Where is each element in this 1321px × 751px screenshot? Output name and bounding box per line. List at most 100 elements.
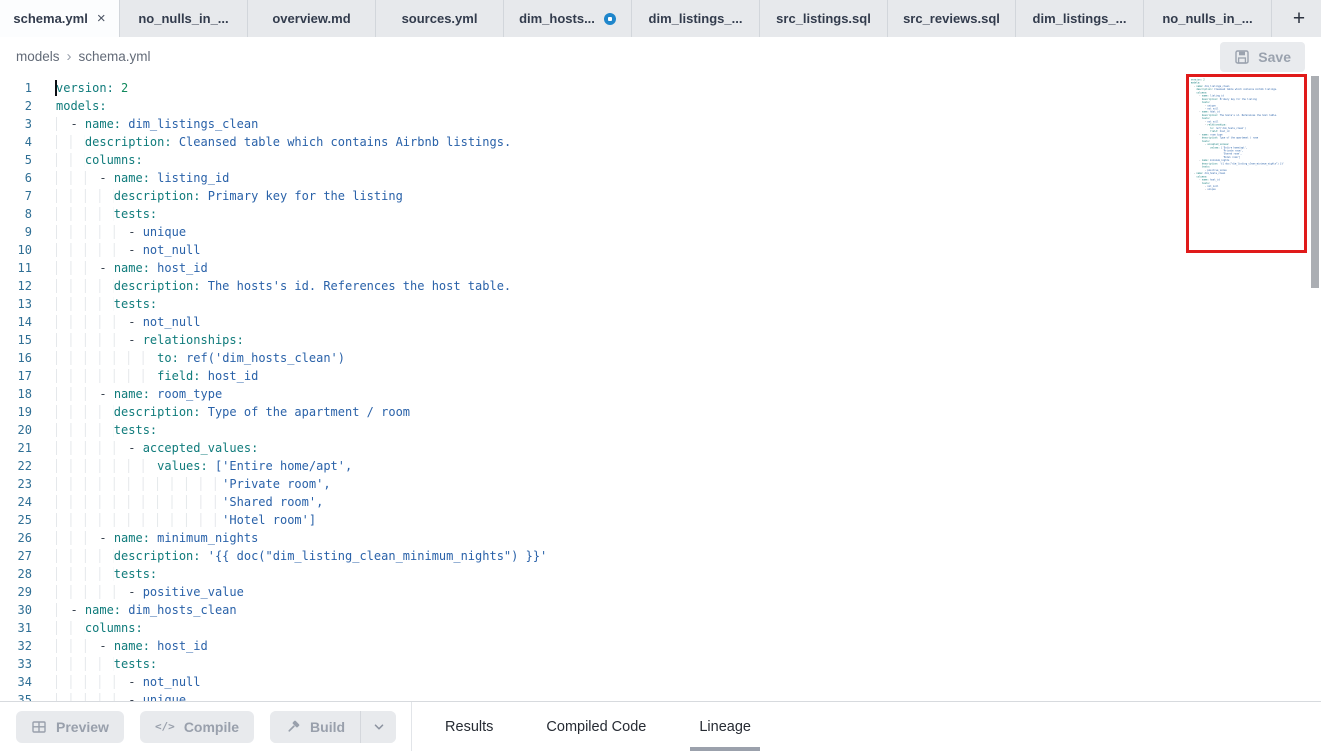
line-number: 6 xyxy=(0,169,56,187)
code-line[interactable]: 23 'Private room', xyxy=(0,475,1321,493)
code-line[interactable]: 5 columns: xyxy=(0,151,1321,169)
result-panel-tabs: Results Compiled Code Lineage xyxy=(442,702,754,751)
minimap-content: version: 2models: - name: dim_listings_c… xyxy=(1189,77,1303,191)
code-line[interactable]: 25 'Hotel room'] xyxy=(0,511,1321,529)
code-line[interactable]: 16 to: ref('dim_hosts_clean') xyxy=(0,349,1321,367)
code-line[interactable]: 3 - name: dim_listings_clean xyxy=(0,115,1321,133)
code-icon: </> xyxy=(155,720,175,733)
line-number: 24 xyxy=(0,493,56,511)
code-line[interactable]: 17 field: host_id xyxy=(0,367,1321,385)
code-line[interactable]: 30 - name: dim_hosts_clean xyxy=(0,601,1321,619)
code-line[interactable]: 29 - positive_value xyxy=(0,583,1321,601)
vertical-scrollbar[interactable] xyxy=(1311,76,1319,288)
line-number: 2 xyxy=(0,97,56,115)
code-line[interactable]: 35 - unique xyxy=(0,691,1321,701)
tab-label: no_nulls_in_... xyxy=(1162,11,1252,26)
line-number: 10 xyxy=(0,241,56,259)
line-number: 33 xyxy=(0,655,56,673)
line-number: 1 xyxy=(0,79,56,97)
line-number: 17 xyxy=(0,367,56,385)
code-line[interactable]: 11 - name: host_id xyxy=(0,259,1321,277)
line-number: 11 xyxy=(0,259,56,277)
preview-button[interactable]: Preview xyxy=(16,711,124,743)
editor-tab[interactable]: schema.yml × xyxy=(0,0,120,37)
code-line[interactable]: 10 - not_null xyxy=(0,241,1321,259)
code-line[interactable]: 18 - name: room_type xyxy=(0,385,1321,403)
save-button[interactable]: Save xyxy=(1220,42,1305,72)
code-line[interactable]: 8 tests: xyxy=(0,205,1321,223)
code-line[interactable]: 13 tests: xyxy=(0,295,1321,313)
panel-tab-lineage[interactable]: Lineage xyxy=(696,702,754,751)
panel-tab-compiled-code[interactable]: Compiled Code xyxy=(543,702,649,751)
code-line[interactable]: 4 description: Cleansed table which cont… xyxy=(0,133,1321,151)
build-button[interactable]: Build xyxy=(270,711,360,743)
chevron-down-icon xyxy=(372,720,386,734)
line-number: 16 xyxy=(0,349,56,367)
line-number: 31 xyxy=(0,619,56,637)
tab-label: dim_hosts... xyxy=(519,11,595,26)
code-line[interactable]: 7 description: Primary key for the listi… xyxy=(0,187,1321,205)
editor-tab[interactable]: dim_hosts... xyxy=(504,0,632,37)
editor-tab[interactable]: dim_listings_... xyxy=(1016,0,1144,37)
table-icon xyxy=(31,719,47,735)
line-number: 35 xyxy=(0,691,56,701)
tab-label: overview.md xyxy=(272,11,350,26)
compile-button[interactable]: </> Compile xyxy=(140,711,254,743)
line-number: 22 xyxy=(0,457,56,475)
build-label: Build xyxy=(310,719,345,735)
editor-tab[interactable]: sources.yml xyxy=(376,0,504,37)
line-number: 26 xyxy=(0,529,56,547)
code-line[interactable]: 31 columns: xyxy=(0,619,1321,637)
line-number: 7 xyxy=(0,187,56,205)
line-number: 34 xyxy=(0,673,56,691)
code-line[interactable]: 34 - not_null xyxy=(0,673,1321,691)
line-number: 30 xyxy=(0,601,56,619)
breadcrumb-folder[interactable]: models xyxy=(16,49,60,64)
line-number: 20 xyxy=(0,421,56,439)
modified-dot-icon xyxy=(604,13,616,25)
code-line[interactable]: 20 tests: xyxy=(0,421,1321,439)
code-line[interactable]: 6 - name: listing_id xyxy=(0,169,1321,187)
code-line[interactable]: 33 tests: xyxy=(0,655,1321,673)
tab-label: schema.yml xyxy=(13,11,87,26)
editor-tab[interactable]: dim_listings_... xyxy=(632,0,760,37)
code-line[interactable]: 21 - accepted_values: xyxy=(0,439,1321,457)
line-number: 32 xyxy=(0,637,56,655)
line-number: 13 xyxy=(0,295,56,313)
line-number: 21 xyxy=(0,439,56,457)
preview-label: Preview xyxy=(56,719,109,735)
code-line[interactable]: 15 - relationships: xyxy=(0,331,1321,349)
editor-tab[interactable]: no_nulls_in_... xyxy=(120,0,248,37)
line-number: 19 xyxy=(0,403,56,421)
compile-label: Compile xyxy=(184,719,239,735)
tab-label: dim_listings_... xyxy=(1033,11,1127,26)
close-icon[interactable]: × xyxy=(97,11,106,26)
code-line[interactable]: 14 - not_null xyxy=(0,313,1321,331)
save-label: Save xyxy=(1258,49,1291,65)
panel-tab-results[interactable]: Results xyxy=(442,702,496,751)
code-editor[interactable]: 1version: 22models:3 - name: dim_listing… xyxy=(0,76,1321,701)
code-line[interactable]: 32 - name: host_id xyxy=(0,637,1321,655)
editor-tab[interactable]: no_nulls_in_... xyxy=(1144,0,1272,37)
code-line[interactable]: 1version: 2 xyxy=(0,79,1321,97)
line-number: 18 xyxy=(0,385,56,403)
code-line[interactable]: 19 description: Type of the apartment / … xyxy=(0,403,1321,421)
code-line[interactable]: 12 description: The hosts's id. Referenc… xyxy=(0,277,1321,295)
code-line[interactable]: 22 values: ['Entire home/apt', xyxy=(0,457,1321,475)
tab-label: no_nulls_in_... xyxy=(138,11,228,26)
code-line[interactable]: 2models: xyxy=(0,97,1321,115)
editor-tab[interactable]: src_reviews.sql xyxy=(888,0,1016,37)
line-number: 12 xyxy=(0,277,56,295)
code-line[interactable]: 28 tests: xyxy=(0,565,1321,583)
code-line[interactable]: 24 'Shared room', xyxy=(0,493,1321,511)
line-number: 4 xyxy=(0,133,56,151)
editor-tab[interactable]: src_listings.sql xyxy=(760,0,888,37)
minimap[interactable]: version: 2models: - name: dim_listings_c… xyxy=(1186,74,1307,253)
editor-tab[interactable]: overview.md xyxy=(248,0,376,37)
code-line[interactable]: 9 - unique xyxy=(0,223,1321,241)
new-tab-button[interactable]: + xyxy=(1285,5,1313,33)
tab-label: src_listings.sql xyxy=(776,11,871,26)
build-dropdown-button[interactable] xyxy=(360,711,396,743)
code-line[interactable]: 26 - name: minimum_nights xyxy=(0,529,1321,547)
code-line[interactable]: 27 description: '{{ doc("dim_listing_cle… xyxy=(0,547,1321,565)
